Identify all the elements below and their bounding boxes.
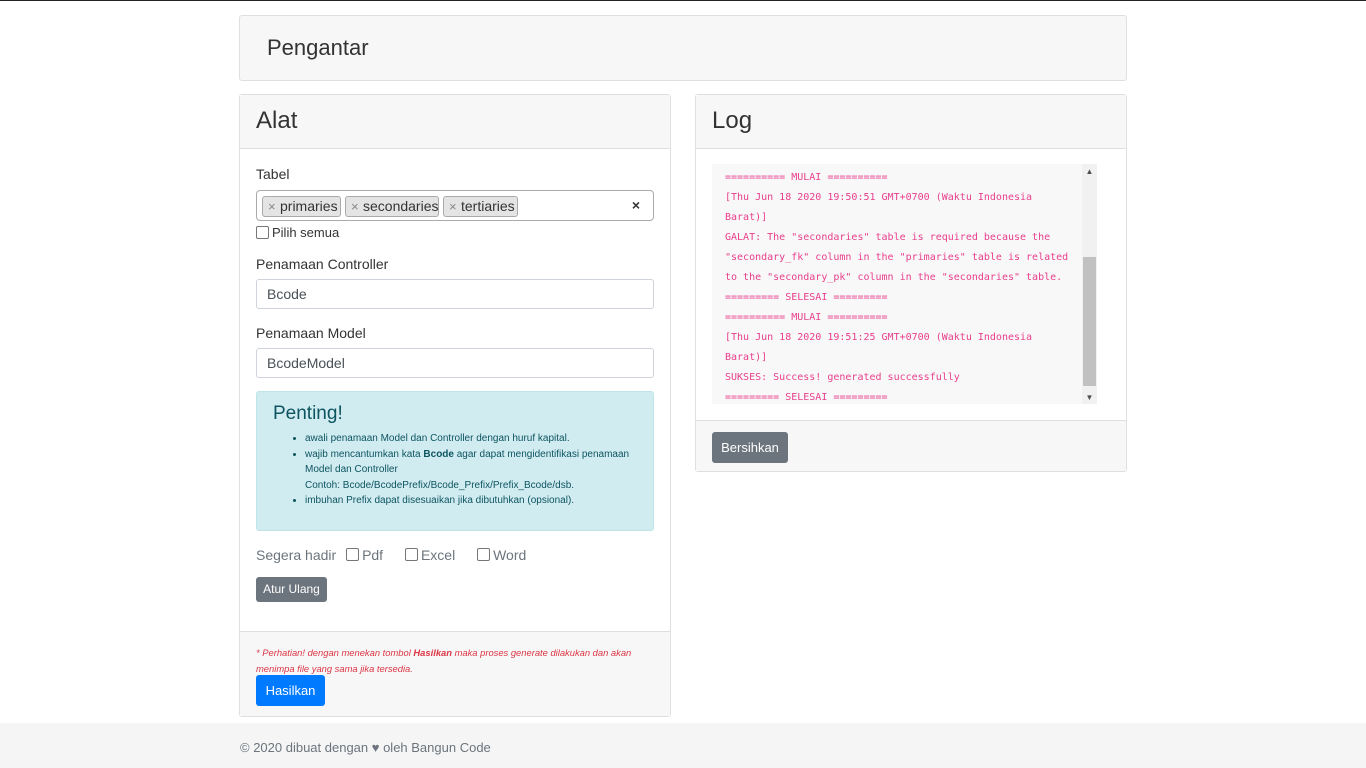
log-output[interactable]: ========== MULAI ========== [Thu Jun 18 … xyxy=(712,164,1097,404)
tag-label: primaries xyxy=(280,198,338,214)
alert-title: Penting! xyxy=(273,403,343,424)
log-scrollbar[interactable]: ▲ ▼ xyxy=(1082,164,1097,404)
tag-primaries[interactable]: × primaries xyxy=(262,196,341,217)
log-line: ========= SELESAI ========= xyxy=(725,292,888,303)
format-pdf-checkbox[interactable] xyxy=(346,548,360,562)
format-excel-checkbox[interactable] xyxy=(404,548,418,562)
scroll-up-icon[interactable]: ▲ xyxy=(1082,167,1097,176)
tools-card: Alat Tabel × primaries × secondaries × t… xyxy=(239,94,671,717)
log-card: Log ========== MULAI ========== [Thu Jun… xyxy=(695,94,1127,472)
model-name-input[interactable]: BcodeModel xyxy=(256,348,654,378)
format-pdf-option[interactable]: Pdf xyxy=(346,547,389,563)
alert-text: wajib mencantumkan kata xyxy=(305,448,424,460)
remove-tag-icon[interactable]: × xyxy=(268,197,276,216)
warning-text: * Perhatian! dengan menekan tombol xyxy=(256,647,414,658)
controller-label: Penamaan Controller xyxy=(256,256,389,272)
alert-example: Contoh: Bcode/BcodePrefix/Bcode_Prefix/P… xyxy=(305,479,575,491)
intro-title: Pengantar xyxy=(267,35,369,60)
log-line: GALAT: The "secondaries" table is requir… xyxy=(725,232,1051,243)
alert-bold-keyword: Bcode xyxy=(423,448,454,460)
page-footer: © 2020 dibuat dengan ♥ oleh Bangun Code xyxy=(0,723,1366,768)
alert-item: imbuhan Prefix dapat disesuaikan jika di… xyxy=(305,493,641,509)
intro-card: Pengantar xyxy=(239,15,1127,81)
model-label: Penamaan Model xyxy=(256,325,366,341)
tag-label: secondaries xyxy=(363,198,439,214)
log-line: SUKSES: Success! generated successfully xyxy=(725,372,960,383)
log-line: ========== MULAI ========== xyxy=(725,312,888,323)
scroll-thumb[interactable] xyxy=(1083,257,1096,386)
remove-tag-icon[interactable]: × xyxy=(351,197,359,216)
log-line: to the "secondary_pk" column in the "sec… xyxy=(725,272,1063,283)
scroll-down-icon[interactable]: ▼ xyxy=(1082,393,1097,402)
clear-all-icon[interactable]: × xyxy=(632,197,640,213)
reset-button[interactable]: Atur Ulang xyxy=(256,577,327,602)
log-line: [Thu Jun 18 2020 19:51:25 GMT+0700 (Wakt… xyxy=(725,332,1033,343)
coming-soon-label: Segera hadir xyxy=(256,547,337,563)
important-alert: Penting! awali penamaan Model dan Contro… xyxy=(256,391,654,531)
log-line: [Thu Jun 18 2020 19:50:51 GMT+0700 (Wakt… xyxy=(725,192,1033,203)
generate-button[interactable]: Hasilkan xyxy=(256,675,325,706)
tools-card-footer: * Perhatian! dengan menekan tombol Hasil… xyxy=(240,631,670,716)
table-multiselect[interactable]: × primaries × secondaries × tertiaries × xyxy=(256,190,654,221)
coming-soon-formats: Segera hadir Pdf Excel Word xyxy=(256,547,538,563)
tag-secondaries[interactable]: × secondaries xyxy=(345,196,439,217)
log-title: Log xyxy=(712,107,753,134)
select-all-label: Pilih semua xyxy=(272,225,340,240)
warning-bold-keyword: Hasilkan xyxy=(413,647,452,658)
log-card-header: Log xyxy=(696,95,1126,149)
format-excel-label: Excel xyxy=(420,547,456,563)
footer-text: © 2020 dibuat dengan ♥ oleh Bangun Code xyxy=(240,740,491,755)
log-line: Barat)] xyxy=(725,352,768,363)
format-word-option[interactable]: Word xyxy=(477,547,532,563)
format-word-label: Word xyxy=(493,547,527,563)
overwrite-warning: * Perhatian! dengan menekan tombol Hasil… xyxy=(256,645,656,677)
alert-item: wajib mencantumkan kata Bcode agar dapat… xyxy=(305,447,641,494)
alert-item: awali penamaan Model dan Controller deng… xyxy=(305,431,641,447)
format-excel-option[interactable]: Excel xyxy=(404,547,461,563)
tag-label: tertiaries xyxy=(461,198,515,214)
log-lines: ========== MULAI ========== [Thu Jun 18 … xyxy=(725,168,1080,404)
select-all-checkbox[interactable] xyxy=(256,225,269,239)
tools-title: Alat xyxy=(256,107,298,134)
tools-card-header: Alat xyxy=(240,95,670,149)
select-all-row: Pilih semua xyxy=(256,225,339,240)
controller-name-input[interactable]: Bcode xyxy=(256,279,654,309)
log-line: ========= SELESAI ========= xyxy=(725,392,888,403)
log-card-footer: Bersihkan xyxy=(696,420,1126,471)
table-label: Tabel xyxy=(256,166,290,182)
log-line: "secondary_fk" column in the "primaries"… xyxy=(725,252,1069,263)
clear-log-button[interactable]: Bersihkan xyxy=(712,432,788,463)
alert-list: awali penamaan Model dan Controller deng… xyxy=(305,431,641,509)
log-line: ========== MULAI ========== xyxy=(725,172,888,183)
log-line: Barat)] xyxy=(725,212,768,223)
remove-tag-icon[interactable]: × xyxy=(449,197,457,216)
tag-tertiaries[interactable]: × tertiaries xyxy=(443,196,518,217)
format-pdf-label: Pdf xyxy=(362,547,384,563)
format-word-checkbox[interactable] xyxy=(477,548,491,562)
